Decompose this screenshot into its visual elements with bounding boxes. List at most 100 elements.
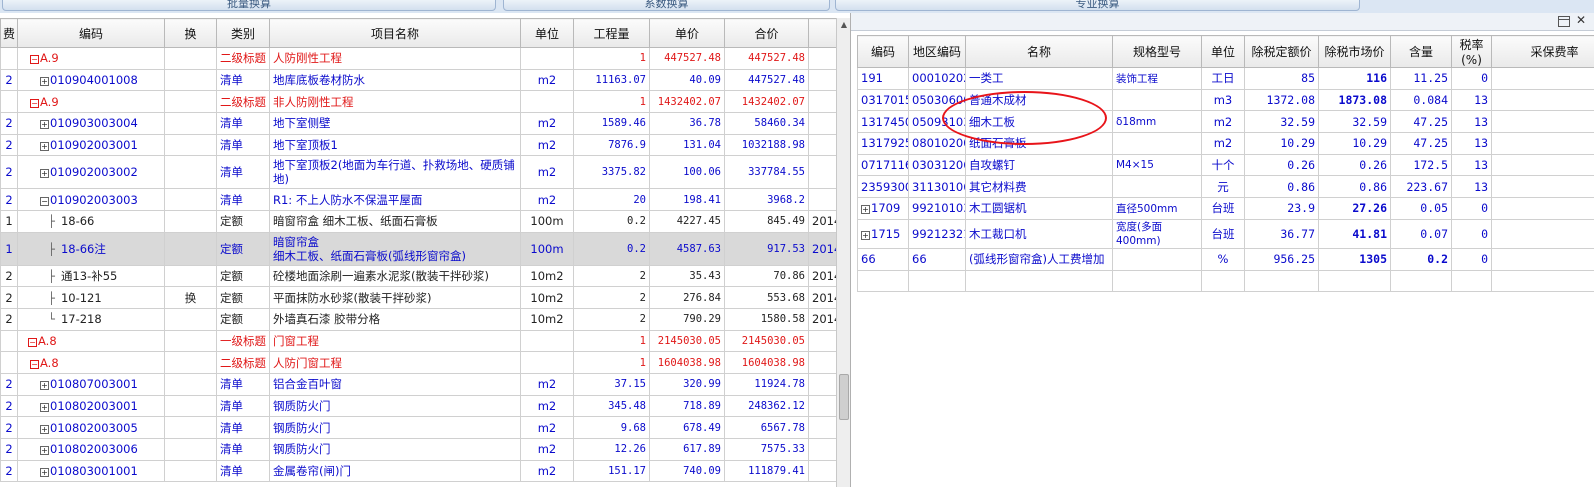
code-cell[interactable]: − A.8 [17,351,165,374]
content-cell[interactable]: 11.25 [1390,67,1452,90]
market-price-cell[interactable] [1318,269,1391,293]
item-name-cell[interactable]: 钢质防火门 [269,437,521,461]
code-cell[interactable]: +010902003002 [17,155,165,190]
tax-rate-cell[interactable]: 13 [1451,88,1492,112]
col-unit-price[interactable]: 单价 [649,18,725,48]
resource-row[interactable] [857,269,1594,293]
expand-icon[interactable]: + [40,446,49,456]
code-cell[interactable]: +010902003001 [17,133,165,157]
resource-code-cell[interactable] [857,269,909,293]
resource-name-cell[interactable]: 木工裁口机 [965,218,1113,249]
swap-cell[interactable] [164,416,217,439]
table-row[interactable]: 2 +010904001008 清单 地库底板卷材防水 m2 11163.07 40.09 4… [0,68,836,92]
item-name-cell[interactable]: 门窗工程 [269,329,521,353]
tax-rate-cell[interactable]: 0 [1451,247,1492,271]
swap-cell[interactable] [164,209,217,233]
resource-code-cell[interactable]: 191 [857,67,909,90]
table-row[interactable]: 1 ├ 18-66 定额 暗窗帘盒 细木工板、纸面石膏板 100m 0.2 4227.45 84… [0,209,836,233]
table-row[interactable]: 2 +010903003004 清单 地下室侧壁 m2 1589.46 36.78 58460… [0,111,836,135]
resource-code-cell[interactable]: 1317450 [857,110,909,134]
content-cell[interactable]: 172.5 [1390,153,1452,177]
procure-fee-cell[interactable]: 2 [1491,197,1594,220]
table-row[interactable]: 2 +010902003002 清单 地下室顶板2(地面为车行道、扑救场地、硬质铺地)… [0,155,836,190]
batch-convert-button[interactable]: 批量换算 [2,0,496,11]
rcol-tax-rate[interactable]: 税率(%) [1451,35,1492,68]
item-name-cell[interactable]: 暗窗帘盒 细木工板、纸面石膏板 [269,209,521,233]
procure-fee-cell[interactable] [1491,269,1594,293]
table-row[interactable]: 2 +010807003001 清单 铝合金百叶窗 m2 37.15 320.99 11924… [0,372,836,396]
close-icon[interactable]: ✕ [1576,13,1586,27]
collapse-icon[interactable]: − [28,337,37,347]
procure-fee-cell[interactable]: 2 [1491,132,1594,155]
tax-rate-cell[interactable]: 13 [1451,175,1492,199]
content-cell[interactable]: 47.25 [1390,110,1452,134]
resource-row[interactable]: 235930031130106其它材料费元0.860.86223.67132 [857,175,1594,199]
specialty-convert-button[interactable]: 专业换算 [835,0,1360,11]
item-name-cell[interactable]: 地下室侧壁 [269,111,521,135]
resource-name-cell[interactable]: 一类工 [965,67,1113,90]
market-price-cell[interactable]: 1873.08 [1318,88,1391,112]
resource-name-cell[interactable]: (弧线形窗帘盒)人工费增加 [965,247,1113,271]
code-cell[interactable]: ├ 10-121 [17,286,165,309]
col-total[interactable]: 合价 [724,18,809,48]
col-code[interactable]: 编码 [17,18,165,48]
code-cell[interactable]: +010802003005 [17,416,165,439]
rcol-code[interactable]: 编码 [857,35,909,68]
quantity-cell[interactable]: 151.17 [573,459,650,483]
market-price-cell[interactable]: 32.59 [1318,110,1391,134]
procure-fee-cell[interactable]: 2 [1491,218,1594,249]
swap-cell[interactable] [164,307,217,331]
item-name-cell[interactable]: 人防门窗工程 [269,351,521,374]
tax-rate-cell[interactable]: 13 [1451,153,1492,177]
table-row[interactable]: 2 +010802003005 清单 钢质防火门 m2 9.68 678.49 6567.78 [0,416,836,439]
content-cell[interactable]: 0.05 [1390,197,1452,220]
table-row[interactable]: 1 ├ 18-66注 定额 暗窗帘盒 细木工板、纸面石膏板(弧线形窗帘盒) 100m 0.2… [0,231,836,266]
swap-cell[interactable] [164,133,217,157]
expand-icon[interactable]: + [40,169,49,179]
quantity-cell[interactable]: 1589.46 [573,111,650,135]
expand-icon[interactable]: + [40,76,49,86]
table-row[interactable]: 2 +010803001001 清单 金属卷帘(闸)门 m2 151.17 740.09 11… [0,459,836,483]
code-cell[interactable]: +010903003004 [17,111,165,135]
market-price-cell[interactable]: 0.86 [1318,175,1391,199]
swap-cell[interactable] [164,155,217,190]
table-row[interactable]: − A.8 一级标题 门窗工程 1 2145030.05 2145030.05 [0,329,836,353]
maximize-icon[interactable] [1558,16,1570,27]
resource-row[interactable]: +1715 99212321 木工裁口机 宽度(多面400mm) 台班 36.77 41.8… [857,218,1594,249]
col-fee[interactable]: 费 [0,18,18,48]
table-row[interactable]: 2 +010802003006 清单 钢质防火门 m2 12.26 617.89 7575.3… [0,437,836,461]
tax-rate-cell[interactable] [1451,269,1492,293]
procure-fee-cell[interactable]: 2 [1491,110,1594,134]
quantity-cell[interactable]: 20 [573,188,650,211]
item-name-cell[interactable]: R1: 不上人防水不保温平屋面 [269,188,521,211]
table-row[interactable]: − A.9 二级标题 非人防刚性工程 1 1432402.07 1432402.07 [0,90,836,113]
procure-fee-cell[interactable]: 0 [1491,67,1594,90]
expand-icon[interactable]: + [40,402,49,412]
item-name-cell[interactable]: 地下室顶板1 [269,133,521,157]
swap-cell[interactable] [164,68,217,92]
quantity-cell[interactable]: 37.15 [573,372,650,396]
rcol-area-code[interactable]: 地区编码 [908,35,966,68]
quantity-cell[interactable]: 1 [573,90,650,113]
market-price-cell[interactable]: 1305 [1318,247,1391,271]
content-cell[interactable]: 47.25 [1390,132,1452,155]
procure-fee-cell[interactable]: 2 [1491,88,1594,112]
swap-cell[interactable] [164,437,217,461]
collapse-icon[interactable]: − [30,359,39,369]
quantity-cell[interactable]: 2 [573,264,650,288]
tax-rate-cell[interactable]: 0 [1451,67,1492,90]
code-cell[interactable]: └ 17-218 [17,307,165,331]
procure-fee-cell[interactable]: 2 [1491,175,1594,199]
rcol-procure-fee[interactable]: 采保费率 [1491,35,1594,68]
rcol-spec[interactable]: 规格型号 [1112,35,1202,68]
item-name-cell[interactable]: 非人防刚性工程 [269,90,521,113]
scroll-thumb[interactable] [839,374,849,420]
col-swap[interactable]: 换 [164,18,217,48]
code-cell[interactable]: − A.9 [17,90,165,113]
tax-rate-cell[interactable]: 0 [1451,218,1492,249]
resource-code-cell[interactable]: +1715 [857,218,909,249]
swap-cell[interactable] [164,351,217,374]
quantity-cell[interactable]: 2 [573,307,650,331]
content-cell[interactable] [1390,269,1452,293]
resource-name-cell[interactable]: 自攻螺钉 [965,153,1113,177]
